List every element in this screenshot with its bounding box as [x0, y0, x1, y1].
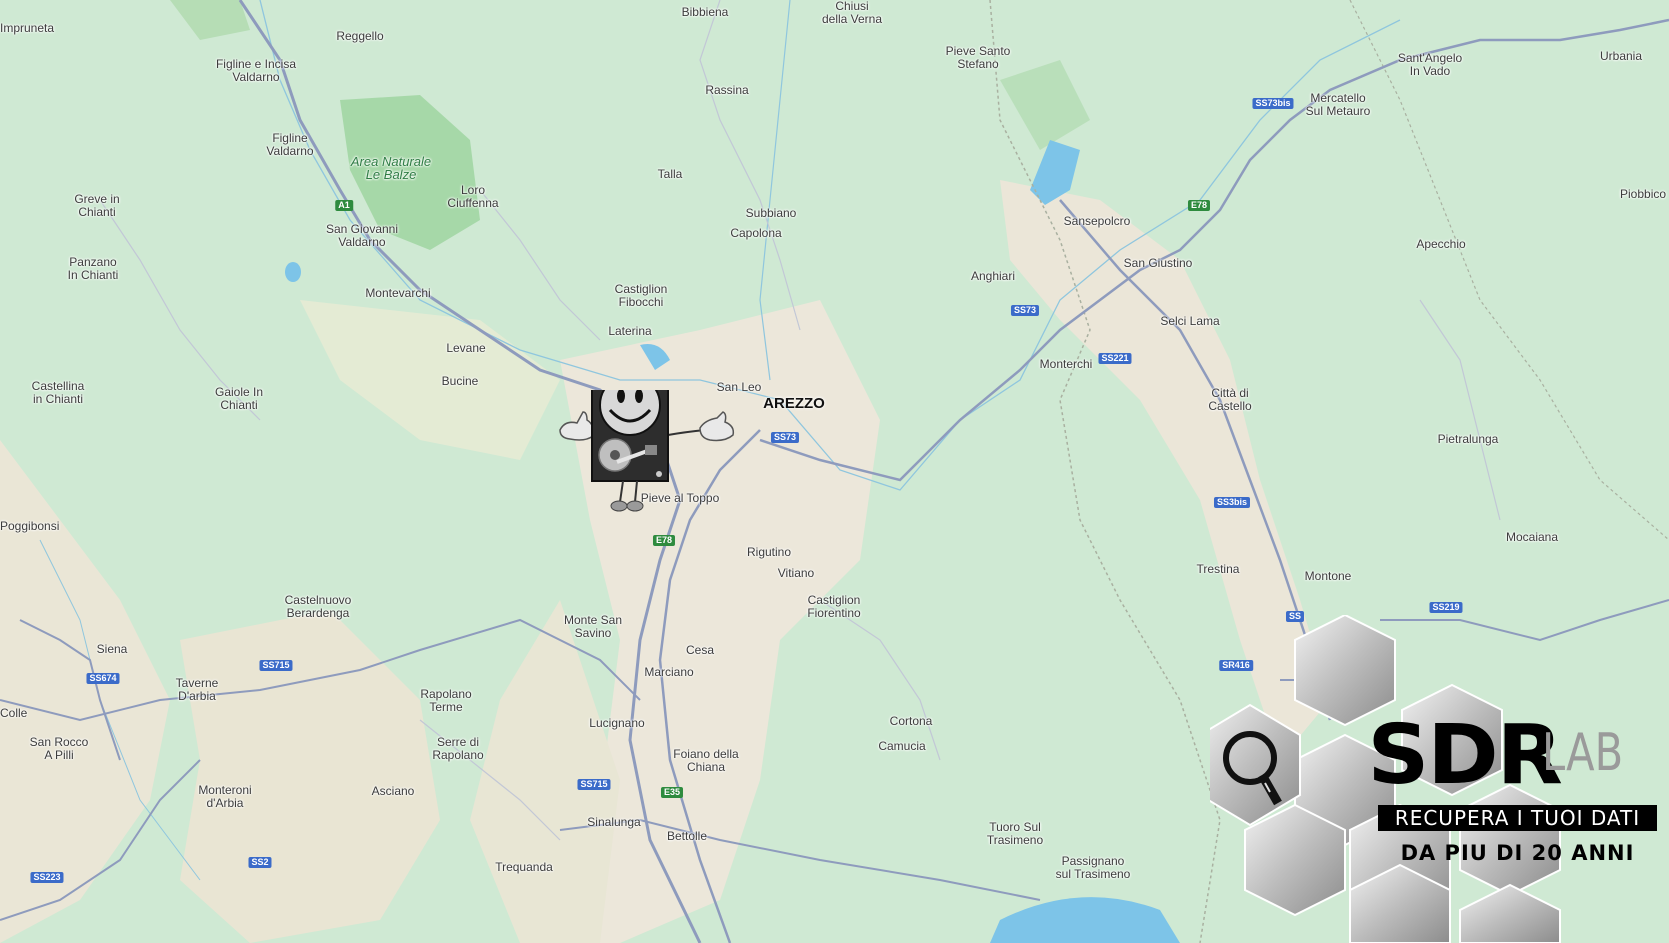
place-label[interactable]: Castiglion Fibocchi [615, 283, 668, 309]
place-label[interactable]: Monteroni d'Arbia [198, 784, 251, 810]
place-label[interactable]: Bucine [442, 375, 479, 388]
place-label[interactable]: Cortona [890, 715, 933, 728]
place-label[interactable]: San Giustino [1124, 257, 1193, 270]
place-label[interactable]: Foiano della Chiana [673, 748, 738, 774]
logo-lab: LAB [1542, 723, 1624, 783]
place-label[interactable]: Rassina [705, 84, 748, 97]
place-label[interactable]: Poggibonsi [0, 520, 59, 533]
place-label[interactable]: Greve in Chianti [74, 193, 119, 219]
place-label[interactable]: Capolona [730, 227, 781, 240]
place-label[interactable]: Lucignano [589, 717, 644, 730]
place-label[interactable]: Sinalunga [587, 816, 640, 829]
smiley-hard-drive-mascot-icon [559, 390, 735, 512]
place-label[interactable]: Figline e Incisa Valdarno [216, 58, 296, 84]
road-shield: SS219 [1429, 602, 1463, 613]
place-label[interactable]: Colle [0, 707, 27, 720]
place-label[interactable]: Città di Castello [1208, 387, 1251, 413]
place-label[interactable]: Monte San Savino [564, 614, 622, 640]
road-shield: E78 [1187, 200, 1211, 211]
place-label[interactable]: Tuoro Sul Trasimeno [987, 821, 1043, 847]
place-label[interactable]: Passignano sul Trasimeno [1056, 855, 1131, 881]
place-label[interactable]: Sansepolcro [1064, 215, 1131, 228]
park-label[interactable]: Area Naturale Le Balze [351, 155, 431, 181]
place-label[interactable]: Piobbico [1620, 188, 1666, 201]
road-shield: SS2 [248, 857, 272, 868]
logo-brand: SDR [1367, 708, 1563, 803]
place-label[interactable]: Serre di Rapolano [432, 736, 483, 762]
road-shield: SS73 [1010, 305, 1040, 316]
place-label[interactable]: Impruneta [0, 22, 54, 35]
place-label[interactable]: Urbania [1600, 50, 1642, 63]
place-label[interactable]: Bibbiena [682, 6, 729, 19]
place-label[interactable]: Laterina [608, 325, 651, 338]
place-label[interactable]: Trequanda [495, 861, 553, 874]
place-label[interactable]: Figline Valdarno [266, 132, 313, 158]
place-label[interactable]: Loro Ciuffenna [447, 184, 498, 210]
place-label[interactable]: San Rocco A Pilli [30, 736, 89, 762]
place-label[interactable]: Castelnuovo Berardenga [285, 594, 352, 620]
place-label[interactable]: Trestina [1197, 563, 1240, 576]
place-label[interactable]: Bettolle [667, 830, 707, 843]
logo-tagline-2: DA PIU DI 20 ANNI [1400, 841, 1635, 865]
place-label[interactable]: Camucia [878, 740, 925, 753]
place-label[interactable]: Montevarchi [365, 287, 430, 300]
place-label[interactable]: Monterchi [1040, 358, 1093, 371]
place-label[interactable]: Marciano [644, 666, 693, 679]
place-label[interactable]: Anghiari [971, 270, 1015, 283]
place-label[interactable]: Pieve Santo Stefano [946, 45, 1011, 71]
place-label[interactable]: Cesa [686, 644, 714, 657]
place-label[interactable]: Chiusi della Verna [822, 0, 882, 26]
place-label[interactable]: Subbiano [746, 207, 797, 220]
road-shield: SS223 [30, 872, 64, 883]
place-label[interactable]: Reggello [336, 30, 383, 43]
road-shield: SS3bis [1213, 497, 1251, 508]
place-label[interactable]: Montone [1305, 570, 1352, 583]
road-shield: SS221 [1098, 353, 1132, 364]
place-label[interactable]: Siena [97, 643, 128, 656]
place-label[interactable]: Asciano [372, 785, 415, 798]
road-shield: SS715 [259, 660, 293, 671]
place-label[interactable]: Taverne D'arbia [176, 677, 219, 703]
place-label[interactable]: Apecchio [1416, 238, 1465, 251]
place-label[interactable]: Gaiole In Chianti [215, 386, 263, 412]
map-view[interactable]: Impruneta Reggello Bibbiena Chiusi della Ve… [0, 0, 1669, 943]
place-label[interactable]: Mocaiana [1506, 531, 1558, 544]
place-label[interactable]: Castellina in Chianti [32, 380, 85, 406]
place-label[interactable]: Selci Lama [1160, 315, 1219, 328]
place-label[interactable]: Levane [446, 342, 485, 355]
road-shield: SS73bis [1252, 98, 1294, 109]
place-label[interactable]: Talla [658, 168, 683, 181]
place-label[interactable]: Sant'Angelo In Vado [1398, 52, 1462, 78]
place-label[interactable]: Castiglion Fiorentino [807, 594, 860, 620]
road-shield: E35 [660, 787, 684, 798]
logo-tagline: RECUPERA I TUOI DATI [1378, 805, 1657, 831]
road-shield: A1 [335, 200, 353, 211]
place-label[interactable]: Mercatello Sul Metauro [1306, 92, 1371, 118]
place-label[interactable]: Pietralunga [1438, 433, 1499, 446]
place-label[interactable]: San Giovanni Valdarno [326, 223, 398, 249]
place-label[interactable]: Rapolano Terme [420, 688, 471, 714]
place-label[interactable]: Panzano In Chianti [68, 256, 119, 282]
road-shield: SS674 [86, 673, 120, 684]
road-shield: SS715 [577, 779, 611, 790]
sdr-lab-logo: SDR LAB RECUPERA I TUOI DATI DA PIU DI 2… [1210, 615, 1669, 943]
